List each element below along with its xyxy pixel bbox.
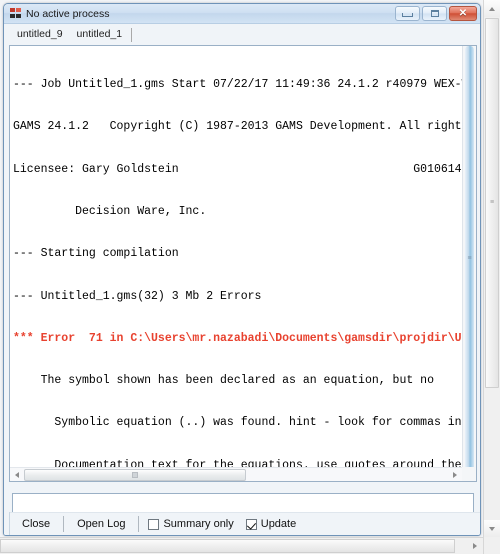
- log-horizontal-scrollbar[interactable]: [10, 467, 462, 481]
- log-line: Licensee: Gary Goldstein G010614:2: [13, 162, 462, 176]
- gams-app-icon: [9, 7, 22, 20]
- log-vertical-scrollbar[interactable]: ≡: [462, 46, 476, 476]
- toolbar-divider: [138, 516, 140, 532]
- screen-root: No active process ✕ untitled_9 untitled_…: [0, 0, 500, 554]
- update-checkbox[interactable]: Update: [240, 518, 302, 530]
- window-titlebar: No active process ✕: [4, 4, 480, 24]
- page-vscroll-grip: ≡: [489, 199, 495, 206]
- tab-untitled-1[interactable]: untitled_1: [70, 26, 130, 43]
- log-hscroll-thumb[interactable]: [24, 468, 246, 481]
- close-process-button[interactable]: Close: [12, 515, 60, 533]
- maximize-button[interactable]: [422, 6, 447, 21]
- summary-only-checkbox-box[interactable]: [148, 518, 160, 530]
- log-line: GAMS 24.1.2 Copyright (C) 1987-2013 GAMS…: [13, 120, 462, 134]
- tab-strip: untitled_9 untitled_1: [4, 24, 480, 43]
- log-line: --- Untitled_1.gms(32) 3 Mb 2 Errors: [13, 289, 262, 303]
- page-vscroll-down-arrow[interactable]: [484, 520, 500, 537]
- log-line: Decision Ware, Inc.: [13, 205, 207, 219]
- close-icon: ✕: [458, 7, 468, 19]
- log-line: --- Job Untitled_1.gms Start 07/22/17 11…: [13, 78, 462, 92]
- update-checkbox-box[interactable]: [245, 518, 257, 530]
- page-vscroll-up-arrow[interactable]: [484, 0, 500, 17]
- open-log-button[interactable]: Open Log: [67, 515, 135, 533]
- log-line: --- Starting compilation: [13, 247, 179, 261]
- page-hscroll-right-arrow[interactable]: [467, 538, 483, 554]
- window-controls: ✕: [395, 6, 477, 21]
- page-hscroll-thumb[interactable]: [0, 539, 455, 553]
- log-hscroll-grip: [132, 471, 138, 478]
- log-scroll-corner: [462, 467, 476, 481]
- log-line-error: *** Error 71 in C:\Users\mr.nazabadi\Doc…: [13, 331, 462, 345]
- command-input[interactable]: [12, 493, 474, 513]
- page-vscroll-thumb[interactable]: ≡: [485, 18, 499, 388]
- gams-process-window: No active process ✕ untitled_9 untitled_…: [3, 3, 481, 536]
- bottom-left-accent: [4, 512, 10, 535]
- toolbar-divider: [63, 516, 65, 532]
- bottom-toolbar: Close Open Log Summary only Update: [4, 512, 480, 535]
- summary-only-checkbox[interactable]: Summary only: [142, 518, 239, 530]
- tab-divider: [131, 28, 133, 42]
- log-hscroll-track[interactable]: [24, 468, 448, 481]
- minimize-icon: [402, 12, 413, 17]
- update-label: Update: [260, 518, 297, 530]
- process-log-viewport[interactable]: --- Job Untitled_1.gms Start 07/22/17 11…: [10, 46, 462, 467]
- process-log-text: --- Job Untitled_1.gms Start 07/22/17 11…: [13, 50, 462, 467]
- log-line: The symbol shown has been declared as an…: [13, 374, 434, 388]
- summary-only-label: Summary only: [163, 518, 234, 530]
- log-line: Documentation text for the equations. us…: [13, 458, 462, 467]
- window-title: No active process: [26, 7, 110, 20]
- page-horizontal-scrollbar[interactable]: [0, 537, 483, 554]
- maximize-icon: [430, 10, 439, 17]
- log-line: Symbolic equation (..) was found. hint -…: [13, 416, 462, 430]
- page-vertical-scrollbar[interactable]: ≡: [483, 0, 500, 554]
- log-hscroll-right-arrow[interactable]: [448, 468, 462, 482]
- tab-untitled-9[interactable]: untitled_9: [10, 26, 70, 43]
- close-button[interactable]: ✕: [449, 6, 477, 21]
- process-log-panel: --- Job Untitled_1.gms Start 07/22/17 11…: [9, 45, 477, 482]
- log-hscroll-left-arrow[interactable]: [10, 468, 24, 482]
- log-vscroll-grip: ≡: [467, 255, 472, 262]
- minimize-button[interactable]: [395, 6, 420, 21]
